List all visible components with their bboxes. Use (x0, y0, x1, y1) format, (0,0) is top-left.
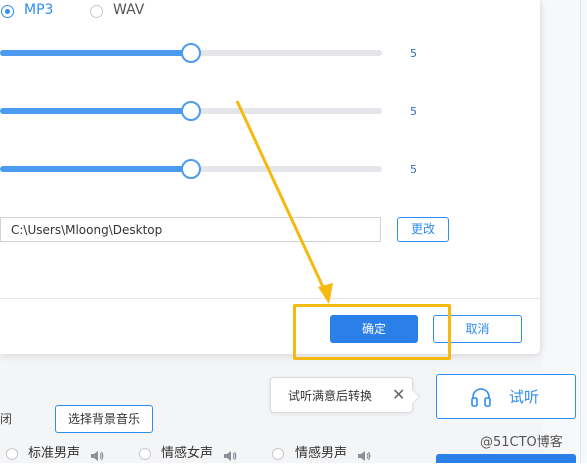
slider-1-value: 5 (410, 47, 417, 60)
output-path-input[interactable] (0, 217, 381, 242)
voice-radio-emotional-male[interactable] (272, 448, 284, 460)
headphones-icon (470, 386, 492, 412)
convert-button-partial[interactable] (436, 454, 576, 463)
voice-label-emotional-male: 情感男声 (295, 446, 348, 461)
format-radio-wav[interactable] (90, 5, 103, 18)
slider-1-fill (0, 50, 191, 56)
change-path-button[interactable]: 更改 (397, 217, 449, 242)
listen-button-label: 试听 (509, 388, 540, 406)
voice-label-standard-male: 标准男声 (28, 446, 81, 461)
format-label-mp3: MP3 (24, 2, 54, 18)
slider-3-thumb[interactable] (181, 159, 201, 179)
format-label-wav: WAV (113, 2, 145, 18)
speaker-icon[interactable] (223, 447, 237, 466)
slider-2-fill (0, 108, 191, 114)
dialog-footer-divider (0, 298, 540, 299)
close-icon[interactable]: ✕ (392, 386, 405, 404)
watermark: @51CTO博客 (480, 435, 563, 450)
window-border (580, 0, 581, 463)
settings-dialog: MP3 WAV 5 5 5 更改 确定 取消 (0, 0, 540, 354)
voice-radio-standard-male[interactable] (6, 448, 18, 460)
annotation-highlight-box (293, 304, 451, 360)
slider-1-track[interactable] (0, 43, 382, 63)
slider-2-thumb[interactable] (181, 101, 201, 121)
slider-3-track[interactable] (0, 159, 382, 179)
format-radio-mp3[interactable] (1, 5, 14, 18)
tooltip-text: 试听满意后转换 (288, 389, 373, 403)
voice-radio-emotional-female[interactable] (139, 448, 151, 460)
speaker-icon[interactable] (90, 447, 104, 466)
slider-1-thumb[interactable] (181, 43, 201, 63)
speaker-icon[interactable] (357, 447, 371, 466)
listen-button[interactable]: 试听 (436, 374, 576, 419)
listen-tooltip: 试听满意后转换 ✕ (270, 377, 413, 413)
slider-3-value: 5 (410, 163, 417, 176)
select-bgm-button[interactable]: 选择背景音乐 (55, 405, 153, 433)
slider-2-track[interactable] (0, 101, 382, 121)
bgm-toggle-label: 闭 (0, 412, 13, 426)
slider-2-value: 5 (410, 105, 417, 118)
voice-label-emotional-female: 情感女声 (161, 446, 214, 461)
slider-3-fill (0, 166, 191, 172)
